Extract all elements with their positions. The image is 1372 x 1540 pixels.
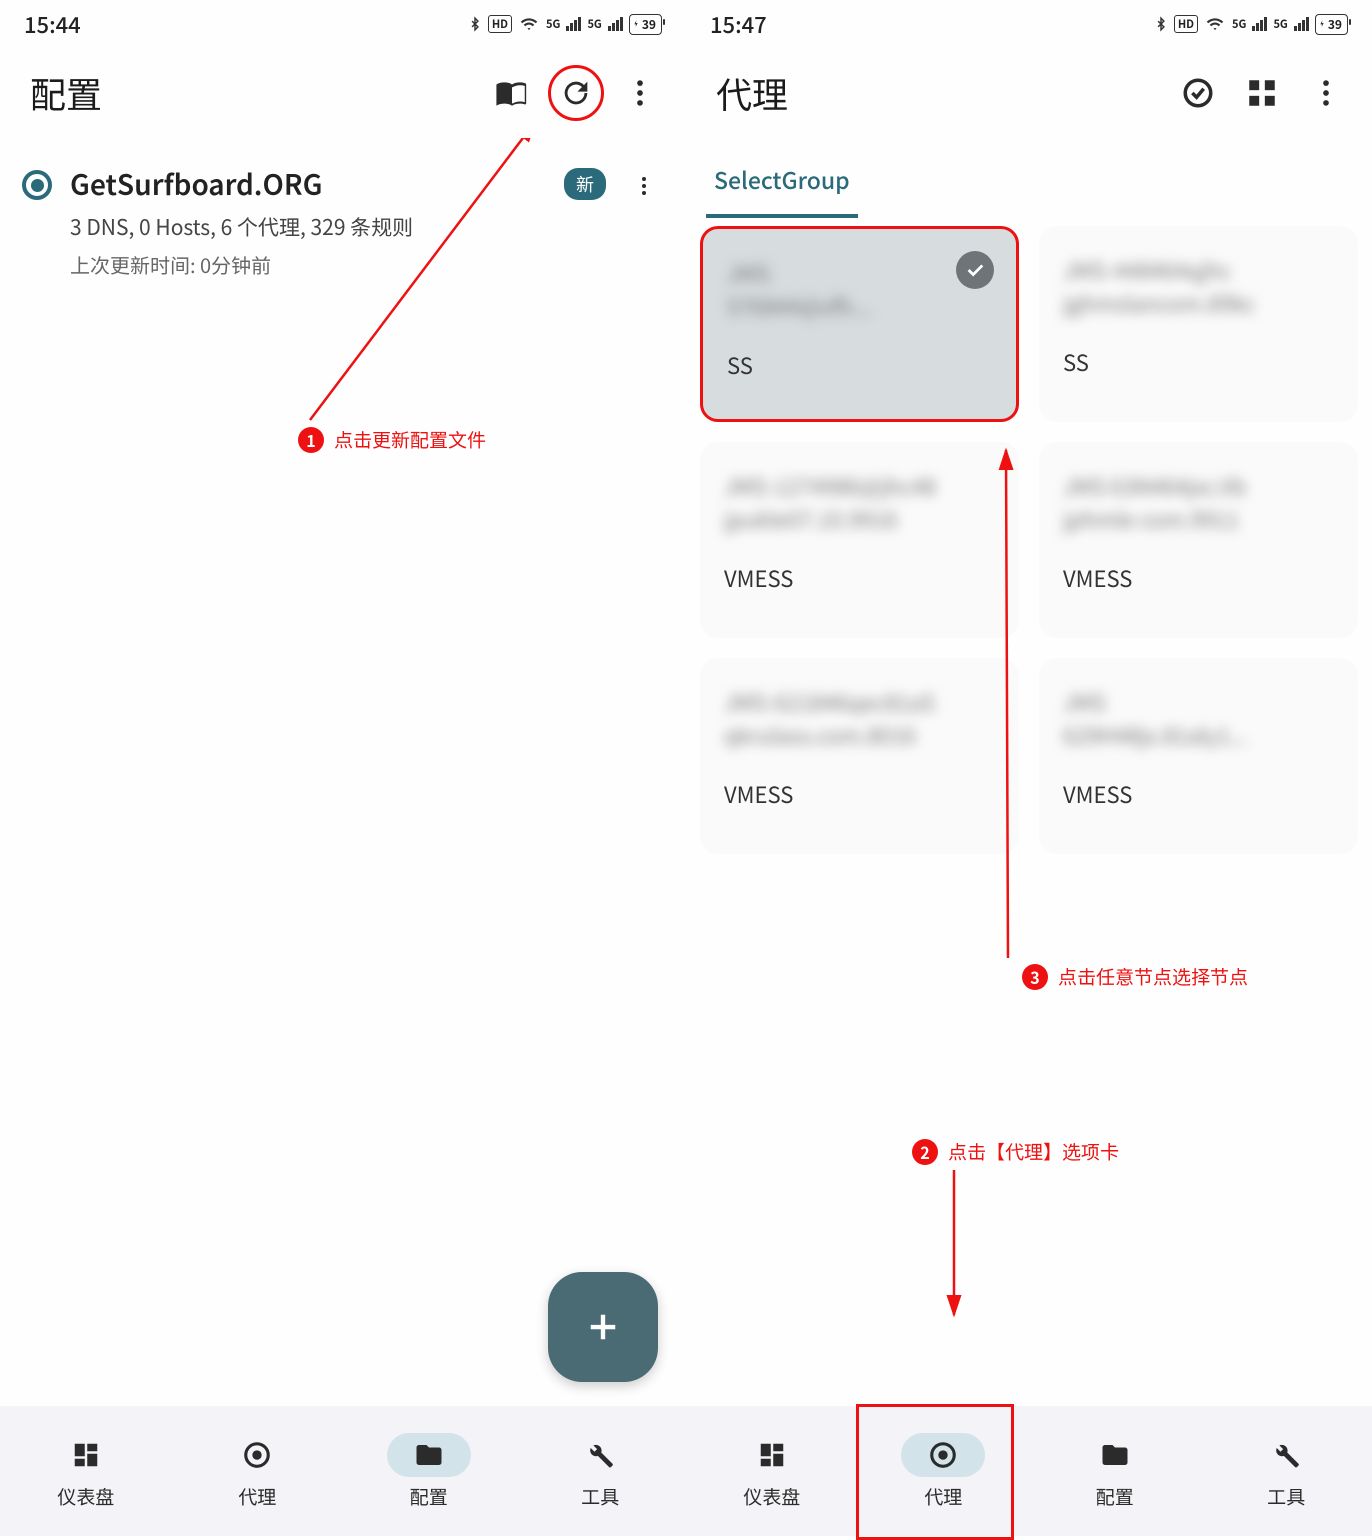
statusbar: 15:47 HD 5G 5G 39 (686, 0, 1372, 48)
more-vert-icon (1309, 76, 1343, 110)
plus-icon (582, 1306, 624, 1348)
proxy-name: JMS629H48jx.81aly1... (1063, 686, 1334, 760)
signal-5g-2: 5G (587, 16, 601, 32)
check-circle-icon (1181, 76, 1215, 110)
signal-5g-1: 5G (546, 16, 560, 32)
check-all-button[interactable] (1170, 65, 1226, 121)
grid-icon (1245, 76, 1279, 110)
new-badge: 新 (564, 168, 606, 200)
more-button[interactable] (612, 65, 668, 121)
signal-5g-1: 5G (1232, 16, 1246, 32)
proxy-card[interactable]: JMS629H48jx.81aly1... VMESS (1039, 658, 1358, 854)
phone-left: 15:44 HD 5G 5G 39 配置 GetSurfboa (0, 0, 686, 1536)
topbar: 配置 (0, 48, 686, 138)
nav-proxy[interactable]: 代理 (172, 1406, 344, 1536)
proxy-name: JMS-448464qjhcjghmslancom.89kc (1063, 254, 1334, 328)
tab-selectgroup[interactable]: SelectGroup (706, 148, 858, 218)
config-name: GetSurfboard.ORG (70, 164, 322, 204)
status-time: 15:44 (24, 8, 81, 40)
signal-bars-1 (1252, 17, 1267, 31)
content: GetSurfboard.ORG 新 3 DNS, 0 Hosts, 6 个代理… (0, 138, 686, 1406)
more-vert-icon (632, 174, 656, 198)
proxy-name: JMS-621846qec81aSqkrulass.com.8016 (724, 686, 995, 760)
proxy-protocol: VMESS (724, 778, 995, 810)
book-button[interactable] (484, 65, 540, 121)
book-icon (495, 76, 529, 110)
folder-icon (414, 1440, 444, 1470)
config-more-button[interactable] (624, 174, 664, 198)
statusbar: 15:44 HD 5G 5G 39 (0, 0, 686, 48)
annotation-3: 3点击任意节点选择节点 (1022, 963, 1248, 990)
dashboard-icon (71, 1440, 101, 1470)
more-vert-icon (623, 76, 657, 110)
battery-icon: 39 (629, 14, 662, 35)
topbar: 代理 (686, 48, 1372, 138)
radio-selected-icon (22, 170, 52, 200)
config-updated: 上次更新时间: 0分钟前 (70, 250, 606, 279)
refresh-icon (559, 76, 593, 110)
proxy-name: JMS-1274986@jhc48jpukle07.10.9916 (724, 470, 995, 544)
signal-bars-1 (566, 17, 581, 31)
annotation-1: 1点击更新配置文件 (298, 426, 486, 453)
nav-tools[interactable]: 工具 (1201, 1406, 1372, 1536)
signal-5g-2: 5G (1273, 16, 1287, 32)
signal-bars-2 (608, 17, 623, 31)
nav-proxy[interactable]: 代理 (858, 1406, 1030, 1536)
nav-config[interactable]: 配置 (343, 1406, 515, 1536)
proxy-protocol: VMESS (1063, 562, 1334, 594)
grid-view-button[interactable] (1234, 65, 1290, 121)
folder-icon (1100, 1440, 1130, 1470)
tools-icon (585, 1440, 615, 1470)
proxy-protocol: SS (1063, 346, 1334, 378)
wifi-icon (1204, 15, 1226, 33)
bluetooth-icon (468, 14, 482, 34)
proxy-name: JMS576844@xfh... (727, 257, 992, 331)
target-icon (242, 1440, 272, 1470)
proxy-card[interactable]: JMS 63N464jxc.Vbjphmle com.9911 VMESS (1039, 442, 1358, 638)
hd-icon: HD (1174, 15, 1198, 33)
status-time: 15:47 (710, 8, 767, 40)
proxy-card[interactable]: JMS576844@xfh... SS (700, 226, 1019, 422)
proxy-protocol: SS (727, 349, 992, 381)
proxy-card[interactable]: JMS-448464qjhcjghmslancom.89kc SS (1039, 226, 1358, 422)
target-icon (928, 1440, 958, 1470)
config-text: GetSurfboard.ORG 新 3 DNS, 0 Hosts, 6 个代理… (70, 164, 606, 279)
refresh-button[interactable] (548, 65, 604, 121)
add-fab[interactable] (548, 1272, 658, 1382)
proxy-grid: JMS576844@xfh...SSJMS-448464qjhcjghmslan… (686, 218, 1372, 862)
annotation-arrow-2 (924, 1160, 984, 1330)
bluetooth-icon (1154, 14, 1168, 34)
content: JMS576844@xfh...SSJMS-448464qjhcjghmslan… (686, 218, 1372, 1406)
page-title: 代理 (716, 67, 1162, 119)
bottom-nav: 仪表盘 代理 配置 工具 (0, 1406, 686, 1536)
phone-right: 15:47 HD 5G 5G 39 代理 SelectGroup JMS5768… (686, 0, 1372, 1536)
page-title: 配置 (30, 67, 476, 119)
nav-dashboard[interactable]: 仪表盘 (686, 1406, 858, 1536)
config-detail: 3 DNS, 0 Hosts, 6 个代理, 329 条规则 (70, 212, 606, 242)
status-icons: HD 5G 5G 39 (1154, 14, 1348, 35)
battery-icon: 39 (1315, 14, 1348, 35)
more-button[interactable] (1298, 65, 1354, 121)
proxy-protocol: VMESS (1063, 778, 1334, 810)
bottom-nav: 仪表盘 代理 配置 工具 (686, 1406, 1372, 1536)
tools-icon (1271, 1440, 1301, 1470)
signal-bars-2 (1294, 17, 1309, 31)
proxy-card[interactable]: JMS-621846qec81aSqkrulass.com.8016 VMESS (700, 658, 1019, 854)
nav-tools[interactable]: 工具 (515, 1406, 687, 1536)
proxy-protocol: VMESS (724, 562, 995, 594)
wifi-icon (518, 15, 540, 33)
status-icons: HD 5G 5G 39 (468, 14, 662, 35)
proxy-card[interactable]: JMS-1274986@jhc48jpukle07.10.9916 VMESS (700, 442, 1019, 638)
tab-bar: SelectGroup (686, 138, 1372, 218)
dashboard-icon (757, 1440, 787, 1470)
hd-icon: HD (488, 15, 512, 33)
config-item[interactable]: GetSurfboard.ORG 新 3 DNS, 0 Hosts, 6 个代理… (16, 154, 670, 289)
proxy-name: JMS 63N464jxc.Vbjphmle com.9911 (1063, 470, 1334, 544)
nav-config[interactable]: 配置 (1029, 1406, 1201, 1536)
nav-dashboard[interactable]: 仪表盘 (0, 1406, 172, 1536)
annotation-2: 2点击【代理】选项卡 (912, 1138, 1119, 1165)
